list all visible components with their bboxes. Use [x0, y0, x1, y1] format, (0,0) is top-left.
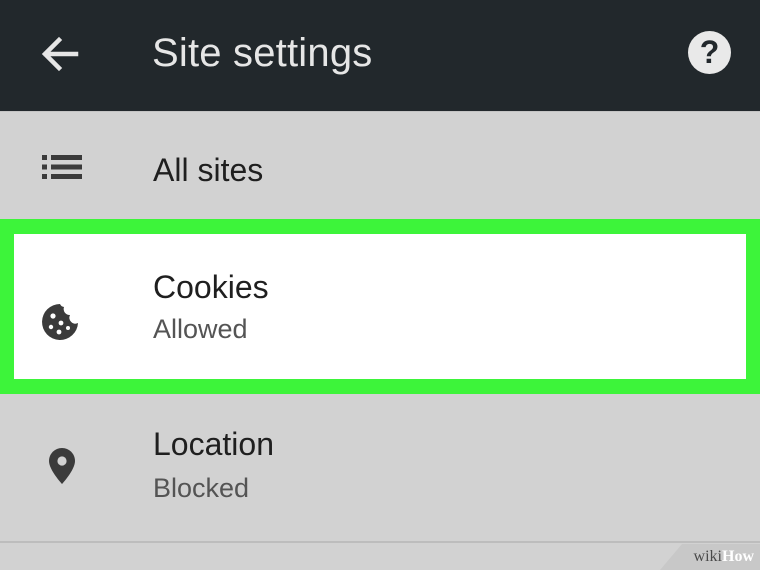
watermark-text: wikiHow [693, 548, 754, 565]
arrow-left-icon [41, 36, 79, 72]
divider [0, 541, 760, 543]
list-item-status: Allowed [153, 314, 248, 344]
list-item-cookies-highlight: Cookies Allowed [0, 219, 760, 394]
list-item-label: All sites [153, 152, 264, 188]
cookie-icon [38, 300, 82, 344]
app-bar: Site settings ? [0, 0, 760, 111]
list-item-label: Cookies [153, 269, 269, 305]
list-item-location[interactable]: Location Blocked [0, 394, 760, 542]
list-icon [40, 152, 84, 182]
list-item-status: Blocked [153, 473, 250, 503]
list-item-label: Location [153, 426, 274, 462]
list-item-cookies[interactable]: Cookies Allowed [14, 234, 746, 379]
back-button[interactable] [38, 32, 82, 76]
help-button[interactable]: ? [688, 31, 731, 74]
list-item-all-sites[interactable]: All sites [0, 111, 760, 220]
page-title: Site settings [152, 31, 373, 75]
location-pin-icon [44, 446, 80, 486]
